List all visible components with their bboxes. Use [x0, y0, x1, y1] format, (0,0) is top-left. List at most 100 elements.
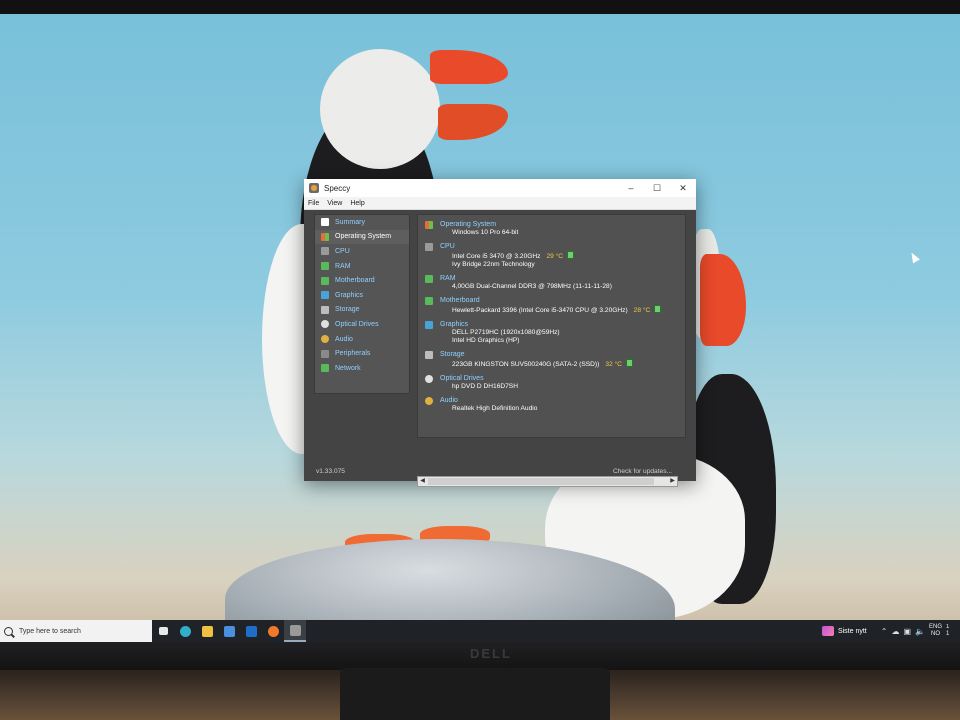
menu-file[interactable]: File: [304, 200, 323, 207]
puffin-left-beak-lower: [438, 104, 508, 140]
puffin-left-face: [320, 49, 440, 169]
sidebar-item-label: Graphics: [335, 291, 364, 299]
speccy-window: Speccy – ☐ ✕ File View Help Summary Oper…: [304, 179, 696, 487]
clock[interactable]: 1 1: [946, 624, 960, 638]
menu-view[interactable]: View: [323, 200, 346, 207]
window-content: Summary Operating System CPU RAM Motherb…: [304, 210, 696, 487]
summary-panel: Operating System Windows 10 Pro 64-bit C…: [417, 214, 686, 438]
sidebar-item-audio[interactable]: Audio: [315, 332, 409, 347]
minimize-button[interactable]: –: [618, 179, 644, 197]
speccy-app-icon: [309, 183, 319, 193]
section-title: CPU: [440, 243, 455, 250]
monitor-stand: [340, 668, 610, 720]
firefox-icon: [267, 625, 279, 637]
version-label: v1.33.075: [316, 468, 345, 475]
optical-drive-value: hp DVD D DH16D7SH: [452, 383, 518, 390]
section-title: Storage: [440, 351, 465, 358]
cpu-icon: [321, 247, 329, 256]
sidebar: Summary Operating System CPU RAM Motherb…: [314, 214, 410, 394]
motherboard-model: Hewlett-Packard 3396 (Intel Core i5-3470…: [452, 307, 628, 314]
network-tray-icon[interactable]: ▣: [903, 627, 911, 636]
close-button[interactable]: ✕: [670, 179, 696, 197]
search-icon: [4, 626, 13, 636]
chevron-up-icon[interactable]: ⌃: [881, 627, 888, 636]
menu-help[interactable]: Help: [346, 200, 368, 207]
summary-icon: [321, 218, 329, 227]
cpu-technology: Ivy Bridge 22nm Technology: [452, 261, 535, 268]
section-title: Audio: [440, 397, 458, 404]
section-optical-drives: Optical Drives hp DVD D DH16D7SH: [418, 374, 685, 391]
firefox-button[interactable]: [262, 620, 284, 642]
sidebar-item-label: Peripherals: [335, 350, 371, 358]
optical-drive-icon: [425, 375, 433, 383]
sidebar-item-operating-system[interactable]: Operating System: [315, 229, 409, 245]
volume-icon[interactable]: 🔈: [915, 627, 925, 636]
outlook-button[interactable]: [240, 620, 262, 642]
section-cpu: CPU Intel Core i5 3470 @ 3.20GHz 29 °C Iv…: [418, 242, 685, 269]
check-for-updates-link[interactable]: Check for updates...: [613, 468, 672, 475]
scroll-right-icon[interactable]: ▶: [668, 477, 677, 486]
section-title: Motherboard: [440, 297, 480, 304]
audio-icon: [321, 335, 329, 344]
dell-logo: DELL: [470, 646, 512, 661]
speccy-taskbar-button[interactable]: [284, 620, 306, 642]
windows-logo-icon: [425, 221, 433, 229]
sidebar-item-summary[interactable]: Summary: [315, 215, 409, 230]
sidebar-item-peripherals[interactable]: Peripherals: [315, 346, 409, 361]
sidebar-item-optical-drives[interactable]: Optical Drives: [315, 317, 409, 332]
sidebar-item-label: Motherboard: [335, 277, 375, 285]
onedrive-icon[interactable]: ☁: [891, 627, 899, 636]
taskbar: Type here to search Siste nytt ⌃ ☁ ▣ 🔈 E…: [0, 620, 960, 642]
puffin-right-beak: [700, 254, 746, 346]
sidebar-item-network[interactable]: Network: [315, 361, 409, 376]
news-widget[interactable]: Siste nytt: [821, 626, 867, 636]
os-value: Windows 10 Pro 64-bit: [452, 229, 519, 236]
edge-button[interactable]: [174, 620, 196, 642]
motherboard-temperature: 28 °C: [633, 307, 651, 314]
motherboard-icon: [321, 276, 329, 285]
section-title: Graphics: [440, 321, 469, 328]
file-explorer-button[interactable]: [196, 620, 218, 642]
scroll-left-icon[interactable]: ◀: [418, 477, 427, 486]
keyboard-layout: NO: [930, 631, 940, 637]
language-indicator[interactable]: ENG NO: [929, 624, 942, 638]
clock-time: 1: [946, 624, 950, 630]
section-storage: Storage 223GB KINGSTON SUV500240G (SATA-…: [418, 350, 685, 369]
window-title: Speccy: [324, 183, 351, 193]
graphics-icon: [425, 321, 433, 329]
sidebar-item-motherboard[interactable]: Motherboard: [315, 273, 409, 288]
title-bar[interactable]: Speccy – ☐ ✕: [304, 179, 696, 197]
sidebar-item-cpu[interactable]: CPU: [315, 244, 409, 259]
storage-icon: [425, 351, 433, 359]
maximize-button[interactable]: ☐: [644, 179, 670, 197]
store-button[interactable]: [218, 620, 240, 642]
sidebar-item-label: Network: [335, 364, 361, 372]
news-label: Siste nytt: [837, 627, 867, 635]
windows-logo-icon: [321, 232, 329, 241]
store-icon: [223, 625, 235, 637]
peripherals-icon: [321, 349, 329, 358]
taskbar-search[interactable]: Type here to search: [0, 620, 152, 642]
audio-icon: [425, 397, 433, 405]
cpu-model: Intel Core i5 3470 @ 3.20GHz: [452, 253, 541, 260]
monitor-value: DELL P2719HC (1920x1080@59Hz): [452, 329, 560, 336]
sidebar-item-label: Audio: [335, 335, 353, 343]
file-explorer-icon: [201, 625, 213, 637]
scrollbar-thumb[interactable]: [428, 478, 654, 485]
sidebar-item-graphics[interactable]: Graphics: [315, 288, 409, 303]
task-view-icon: [158, 627, 168, 635]
task-view-button[interactable]: [152, 620, 174, 642]
sidebar-item-label: CPU: [335, 247, 350, 255]
sidebar-item-label: Optical Drives: [335, 320, 379, 328]
sidebar-item-ram[interactable]: RAM: [315, 259, 409, 274]
mouse-cursor: [908, 250, 920, 264]
gpu-value: Intel HD Graphics (HP): [452, 337, 520, 344]
clock-date: 1: [946, 631, 950, 637]
sidebar-item-storage[interactable]: Storage: [315, 303, 409, 318]
section-audio: Audio Realtek High Definition Audio: [418, 396, 685, 413]
storage-icon: [321, 305, 329, 314]
ram-value: 4,00GB Dual-Channel DDR3 @ 798MHz (11-11…: [452, 283, 612, 290]
horizontal-scrollbar[interactable]: ◀ ▶: [417, 476, 678, 487]
section-title: RAM: [440, 275, 456, 282]
puffin-left-beak: [430, 50, 508, 84]
